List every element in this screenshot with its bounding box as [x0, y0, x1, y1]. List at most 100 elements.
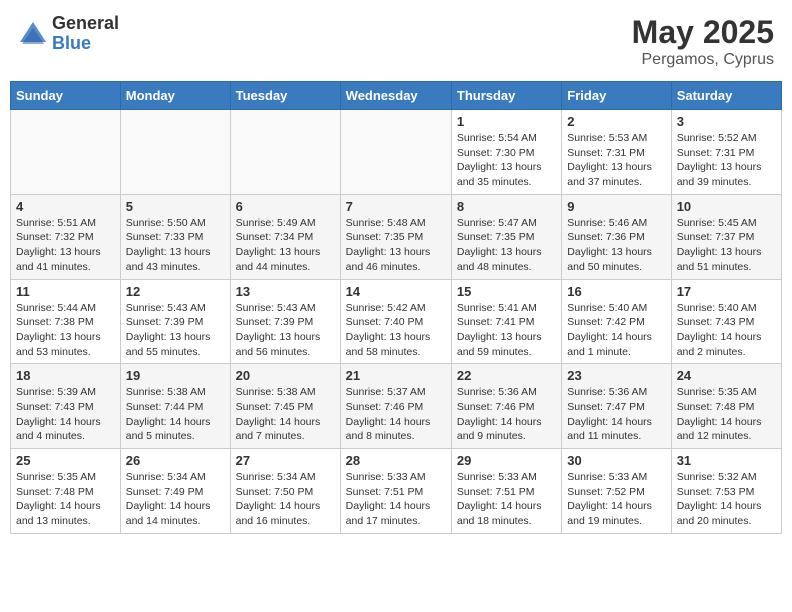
cell-w2-d4: 8 Sunrise: 5:47 AMSunset: 7:35 PMDaylight…: [451, 194, 561, 279]
day-number-26: 26: [126, 453, 225, 468]
cell-w5-d5: 30 Sunrise: 5:33 AMSunset: 7:52 PMDayligh…: [562, 449, 671, 534]
day-info-21: Sunrise: 5:37 AMSunset: 7:46 PMDaylight:…: [346, 385, 446, 444]
day-number-10: 10: [677, 199, 776, 214]
day-number-2: 2: [567, 114, 665, 129]
cell-w4-d1: 19 Sunrise: 5:38 AMSunset: 7:44 PMDayligh…: [120, 364, 230, 449]
logo-icon: [18, 20, 48, 48]
cell-w3-d6: 17 Sunrise: 5:40 AMSunset: 7:43 PMDayligh…: [671, 279, 781, 364]
day-info-16: Sunrise: 5:40 AMSunset: 7:42 PMDaylight:…: [567, 301, 665, 360]
week-row-5: 25 Sunrise: 5:35 AMSunset: 7:48 PMDayligh…: [11, 449, 782, 534]
cell-w3-d3: 14Sunrise: 5:42 AMSunset: 7:40 PMDayligh…: [340, 279, 451, 364]
cell-w1-d1: [120, 110, 230, 195]
col-tuesday: Tuesday: [230, 82, 340, 110]
cell-w1-d2: [230, 110, 340, 195]
col-friday: Friday: [562, 82, 671, 110]
col-thursday: Thursday: [451, 82, 561, 110]
day-info-1: Sunrise: 5:54 AMSunset: 7:30 PMDaylight:…: [457, 131, 556, 190]
cell-w3-d0: 11Sunrise: 5:44 AMSunset: 7:38 PMDayligh…: [11, 279, 121, 364]
cell-w4-d5: 23 Sunrise: 5:36 AMSunset: 7:47 PMDayligh…: [562, 364, 671, 449]
cell-w2-d1: 5 Sunrise: 5:50 AMSunset: 7:33 PMDaylight…: [120, 194, 230, 279]
day-info-9: Sunrise: 5:46 AMSunset: 7:36 PMDaylight:…: [567, 216, 665, 275]
col-monday: Monday: [120, 82, 230, 110]
day-info-14: Sunrise: 5:42 AMSunset: 7:40 PMDaylight:…: [346, 301, 446, 360]
day-number-1: 1: [457, 114, 556, 129]
cell-w1-d4: 1 Sunrise: 5:54 AMSunset: 7:30 PMDaylight…: [451, 110, 561, 195]
day-info-30: Sunrise: 5:33 AMSunset: 7:52 PMDaylight:…: [567, 470, 665, 529]
cell-w5-d2: 27Sunrise: 5:34 AMSunset: 7:50 PMDayligh…: [230, 449, 340, 534]
day-number-12: 12: [126, 284, 225, 299]
cell-w2-d6: 10 Sunrise: 5:45 AMSunset: 7:37 PMDayligh…: [671, 194, 781, 279]
cell-w5-d6: 31 Sunrise: 5:32 AMSunset: 7:53 PMDayligh…: [671, 449, 781, 534]
location-subtitle: Pergamos, Cyprus: [632, 51, 774, 69]
logo-blue-text: Blue: [52, 34, 119, 54]
day-number-16: 16: [567, 284, 665, 299]
day-info-17: Sunrise: 5:40 AMSunset: 7:43 PMDaylight:…: [677, 301, 776, 360]
day-info-18: Sunrise: 5:39 AMSunset: 7:43 PMDaylight:…: [16, 385, 115, 444]
day-info-31: Sunrise: 5:32 AMSunset: 7:53 PMDaylight:…: [677, 470, 776, 529]
day-number-9: 9: [567, 199, 665, 214]
day-number-30: 30: [567, 453, 665, 468]
cell-w3-d1: 12 Sunrise: 5:43 AMSunset: 7:39 PMDayligh…: [120, 279, 230, 364]
day-number-13: 13: [236, 284, 335, 299]
day-number-25: 25: [16, 453, 115, 468]
cell-w2-d2: 6 Sunrise: 5:49 AMSunset: 7:34 PMDaylight…: [230, 194, 340, 279]
day-number-21: 21: [346, 368, 446, 383]
day-info-19: Sunrise: 5:38 AMSunset: 7:44 PMDaylight:…: [126, 385, 225, 444]
cell-w3-d5: 16 Sunrise: 5:40 AMSunset: 7:42 PMDayligh…: [562, 279, 671, 364]
day-number-17: 17: [677, 284, 776, 299]
day-number-23: 23: [567, 368, 665, 383]
cell-w5-d3: 28Sunrise: 5:33 AMSunset: 7:51 PMDayligh…: [340, 449, 451, 534]
cell-w4-d0: 18 Sunrise: 5:39 AMSunset: 7:43 PMDayligh…: [11, 364, 121, 449]
day-number-7: 7: [346, 199, 446, 214]
day-number-6: 6: [236, 199, 335, 214]
cell-w1-d6: 3Sunrise: 5:52 AMSunset: 7:31 PMDaylight…: [671, 110, 781, 195]
col-wednesday: Wednesday: [340, 82, 451, 110]
day-info-5: Sunrise: 5:50 AMSunset: 7:33 PMDaylight:…: [126, 216, 225, 275]
day-info-13: Sunrise: 5:43 AMSunset: 7:39 PMDaylight:…: [236, 301, 335, 360]
month-year-title: May 2025: [632, 14, 774, 51]
day-info-24: Sunrise: 5:35 AMSunset: 7:48 PMDaylight:…: [677, 385, 776, 444]
cell-w4-d2: 20 Sunrise: 5:38 AMSunset: 7:45 PMDayligh…: [230, 364, 340, 449]
day-number-5: 5: [126, 199, 225, 214]
day-number-22: 22: [457, 368, 556, 383]
week-row-1: 1 Sunrise: 5:54 AMSunset: 7:30 PMDaylight…: [11, 110, 782, 195]
day-number-31: 31: [677, 453, 776, 468]
cell-w5-d4: 29Sunrise: 5:33 AMSunset: 7:51 PMDayligh…: [451, 449, 561, 534]
cell-w3-d2: 13 Sunrise: 5:43 AMSunset: 7:39 PMDayligh…: [230, 279, 340, 364]
day-info-12: Sunrise: 5:43 AMSunset: 7:39 PMDaylight:…: [126, 301, 225, 360]
day-info-23: Sunrise: 5:36 AMSunset: 7:47 PMDaylight:…: [567, 385, 665, 444]
day-info-7: Sunrise: 5:48 AMSunset: 7:35 PMDaylight:…: [346, 216, 446, 275]
week-row-3: 11Sunrise: 5:44 AMSunset: 7:38 PMDayligh…: [11, 279, 782, 364]
day-number-29: 29: [457, 453, 556, 468]
day-info-3: Sunrise: 5:52 AMSunset: 7:31 PMDaylight:…: [677, 131, 776, 190]
day-info-4: Sunrise: 5:51 AMSunset: 7:32 PMDaylight:…: [16, 216, 115, 275]
days-of-week-row: Sunday Monday Tuesday Wednesday Thursday…: [11, 82, 782, 110]
col-saturday: Saturday: [671, 82, 781, 110]
day-number-4: 4: [16, 199, 115, 214]
cell-w4-d4: 22 Sunrise: 5:36 AMSunset: 7:46 PMDayligh…: [451, 364, 561, 449]
day-info-26: Sunrise: 5:34 AMSunset: 7:49 PMDaylight:…: [126, 470, 225, 529]
day-info-11: Sunrise: 5:44 AMSunset: 7:38 PMDaylight:…: [16, 301, 115, 360]
day-number-8: 8: [457, 199, 556, 214]
day-info-28: Sunrise: 5:33 AMSunset: 7:51 PMDaylight:…: [346, 470, 446, 529]
cell-w2-d3: 7 Sunrise: 5:48 AMSunset: 7:35 PMDaylight…: [340, 194, 451, 279]
cell-w5-d1: 26 Sunrise: 5:34 AMSunset: 7:49 PMDayligh…: [120, 449, 230, 534]
day-number-19: 19: [126, 368, 225, 383]
calendar-header: Sunday Monday Tuesday Wednesday Thursday…: [11, 82, 782, 110]
day-info-25: Sunrise: 5:35 AMSunset: 7:48 PMDaylight:…: [16, 470, 115, 529]
day-number-18: 18: [16, 368, 115, 383]
cell-w5-d0: 25 Sunrise: 5:35 AMSunset: 7:48 PMDayligh…: [11, 449, 121, 534]
day-info-6: Sunrise: 5:49 AMSunset: 7:34 PMDaylight:…: [236, 216, 335, 275]
day-number-24: 24: [677, 368, 776, 383]
day-number-20: 20: [236, 368, 335, 383]
day-info-22: Sunrise: 5:36 AMSunset: 7:46 PMDaylight:…: [457, 385, 556, 444]
day-info-15: Sunrise: 5:41 AMSunset: 7:41 PMDaylight:…: [457, 301, 556, 360]
day-number-27: 27: [236, 453, 335, 468]
cell-w2-d5: 9 Sunrise: 5:46 AMSunset: 7:36 PMDaylight…: [562, 194, 671, 279]
day-info-10: Sunrise: 5:45 AMSunset: 7:37 PMDaylight:…: [677, 216, 776, 275]
cell-w4-d3: 21 Sunrise: 5:37 AMSunset: 7:46 PMDayligh…: [340, 364, 451, 449]
day-info-8: Sunrise: 5:47 AMSunset: 7:35 PMDaylight:…: [457, 216, 556, 275]
cell-w1-d0: [11, 110, 121, 195]
day-info-20: Sunrise: 5:38 AMSunset: 7:45 PMDaylight:…: [236, 385, 335, 444]
calendar-table: Sunday Monday Tuesday Wednesday Thursday…: [10, 81, 782, 534]
